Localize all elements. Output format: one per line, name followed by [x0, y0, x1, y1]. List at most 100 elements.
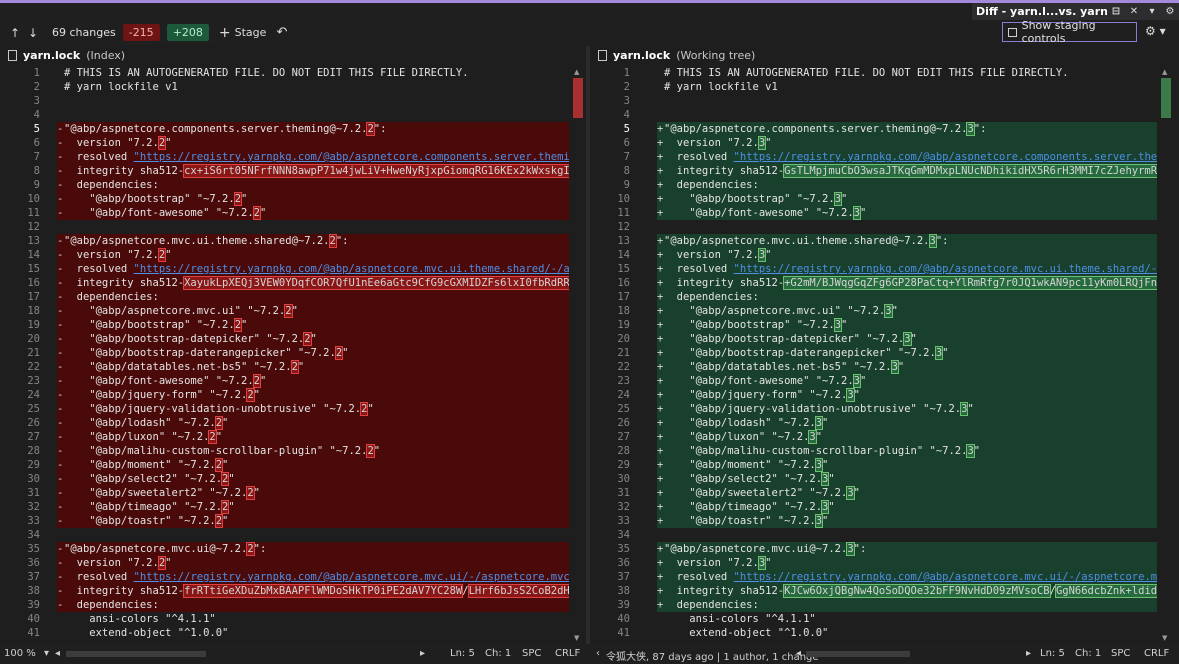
code-text: " [253, 487, 260, 499]
line-content: - version "7.2.2" [57, 556, 569, 570]
line-number: 18 [27, 305, 40, 317]
left-diff-pane[interactable]: yarn.lock (Index) 1 # THIS IS AN AUTOGEN… [0, 46, 586, 644]
right-scroll-thumb[interactable] [1161, 78, 1171, 118]
line-number: 33 [617, 515, 630, 527]
code-text: " [859, 207, 867, 219]
line-content [657, 94, 1157, 108]
diff-marker: - [57, 445, 64, 457]
chevron-down-icon[interactable]: ▾ [1143, 6, 1161, 17]
scroll-up-icon[interactable]: ▲ [574, 68, 579, 76]
line-content: - "@abp/toastr" "~7.2.2" [57, 514, 569, 528]
scroll-right-icon[interactable]: ▸ [1026, 648, 1031, 659]
scroll-up-icon[interactable]: ▲ [1162, 68, 1167, 76]
code-text: "@abp/aspnetcore.mvc.ui.theme.shared@~7.… [664, 235, 930, 247]
line-number: 15 [27, 263, 40, 275]
diff-marker [57, 626, 64, 640]
line-number: 5 [623, 123, 630, 135]
code-text: " [259, 375, 267, 387]
line-number: 3 [623, 95, 630, 107]
diff-document-tab[interactable]: Diff - yarn.l...vs. yarn.lock ⊟ ✕ ▾ ⚙ [972, 3, 1179, 20]
left-file-desc: (Index) [86, 48, 126, 62]
code-text: # yarn lockfile v1 [64, 81, 178, 93]
code-text: "@abp/toastr" "~7.2. [64, 515, 216, 527]
line-number: 23 [27, 375, 40, 387]
line-content [657, 108, 1157, 122]
close-icon[interactable]: ✕ [1125, 6, 1143, 17]
code-text: " [853, 487, 860, 499]
gear-icon[interactable]: ⚙ [1161, 6, 1179, 17]
scroll-down-icon[interactable]: ▼ [574, 634, 579, 642]
right-vertical-scrollbar[interactable]: ▲ ▼ [1159, 66, 1173, 644]
line-content: - resolved "https://registry.yarnpkg.com… [57, 262, 569, 276]
line-number: 10 [27, 193, 40, 205]
settings-gear-icon[interactable]: ⚙ ▾ [1145, 24, 1166, 38]
line-number: 25 [27, 403, 40, 415]
zoom-level[interactable]: 100 % [4, 648, 36, 659]
status-bar: 100 % ▾ ◂ ▸ Ln: 5 Ch: 1 SPC CRLF ‹ 令狐大侠,… [0, 644, 1179, 664]
stage-button[interactable]: + Stage [219, 25, 267, 41]
left-line-indicator: Ln: 5 [450, 648, 475, 659]
resolved-url: "https://registry.yarnpkg.com/@abp/aspne… [133, 151, 569, 163]
left-scroll-thumb[interactable] [573, 78, 583, 118]
code-text: " [765, 137, 772, 149]
line-content: # THIS IS AN AUTOGENERATED FILE. DO NOT … [657, 66, 1157, 80]
integrity-hash: frRTtiGeXDuZbMxBAAPFlWMDoSHkTP0iPE2dAV7Y… [183, 584, 464, 598]
undo-icon[interactable]: ↶ [276, 25, 287, 40]
code-text: version "7.2. [64, 249, 159, 261]
line-number: 17 [27, 291, 40, 303]
line-number: 30 [27, 473, 40, 485]
code-text: "@abp/bootstrap" "~7.2. [664, 193, 835, 205]
diff-marker: + [657, 487, 664, 499]
line-content [657, 528, 1157, 542]
chevron-left-icon[interactable]: ‹ [596, 648, 600, 659]
code-text: resolved [64, 263, 134, 275]
scroll-left-icon[interactable]: ◂ [55, 648, 60, 659]
code-text: version "7.2. [64, 557, 159, 569]
code-text: " [897, 361, 905, 373]
code-text: "@abp/luxon" "~7.2. [664, 431, 810, 443]
diff-marker: - [57, 375, 64, 387]
left-line-ending[interactable]: CRLF [555, 648, 580, 659]
line-content [57, 528, 569, 542]
zoom-dropdown-icon[interactable]: ▾ [44, 648, 49, 659]
line-content: ansi-colors "^4.1.1" [657, 612, 1157, 626]
scroll-left-icon[interactable]: ◂ [796, 648, 801, 659]
integrity-hash: cx+iS6rt05NFrfNNN8awpP71w4jwLiV+HweNyRjx… [183, 164, 569, 178]
left-spaces-indicator[interactable]: SPC [522, 648, 541, 659]
code-text: " [228, 501, 235, 513]
right-diff-pane[interactable]: yarn.lock (Working tree) 1 # THIS IS AN … [590, 46, 1179, 644]
line-number: 34 [617, 529, 630, 541]
blame-info[interactable]: 令狐大侠, 87 days ago | 1 author, 1 change [606, 648, 819, 663]
code-text: " [241, 319, 248, 331]
scroll-right-icon[interactable]: ▸ [420, 648, 425, 659]
pin-icon[interactable]: ⊟ [1107, 6, 1125, 17]
code-text: resolved [664, 151, 734, 163]
line-content: - "@abp/sweetalert2" "~7.2.2" [57, 486, 569, 500]
code-text: extend-object "^1.0.0" [664, 627, 829, 639]
left-vertical-scrollbar[interactable]: ▲ ▼ [571, 66, 585, 644]
code-text: # THIS IS AN AUTOGENERATED FILE. DO NOT … [664, 67, 1069, 79]
line-number: 29 [27, 459, 40, 471]
line-content: extend-object "^1.0.0" [57, 626, 569, 640]
arrow-up-icon[interactable]: ↑ [6, 26, 24, 40]
right-spaces-indicator[interactable]: SPC [1111, 648, 1130, 659]
code-text: "@abp/font-awesome" "~7.2. [664, 207, 854, 219]
resolved-url: "https://registry.yarnpkg.com/@abp/aspne… [133, 263, 569, 275]
scroll-down-icon[interactable]: ▼ [1162, 634, 1167, 642]
diff-marker [657, 612, 664, 626]
code-text: "@abp/bootstrap" "~7.2. [64, 193, 235, 205]
right-line-ending[interactable]: CRLF [1144, 648, 1169, 659]
line-number: 5 [33, 123, 40, 135]
diff-marker: - [57, 291, 64, 303]
diff-marker: - [57, 417, 64, 429]
code-text: " [841, 193, 848, 205]
code-text: "@abp/bootstrap" "~7.2. [64, 319, 235, 331]
right-horizontal-scrollbar[interactable] [806, 651, 910, 657]
code-text: dependencies: [64, 599, 159, 611]
arrow-down-icon[interactable]: ↓ [24, 26, 42, 40]
show-staging-controls-button[interactable]: Show staging controls [1002, 19, 1137, 45]
code-text: "@abp/aspnetcore.components.server.themi… [64, 123, 368, 135]
code-text: integrity sha512- [664, 165, 785, 177]
left-horizontal-scrollbar[interactable] [66, 651, 206, 657]
diff-marker: - [57, 333, 64, 345]
